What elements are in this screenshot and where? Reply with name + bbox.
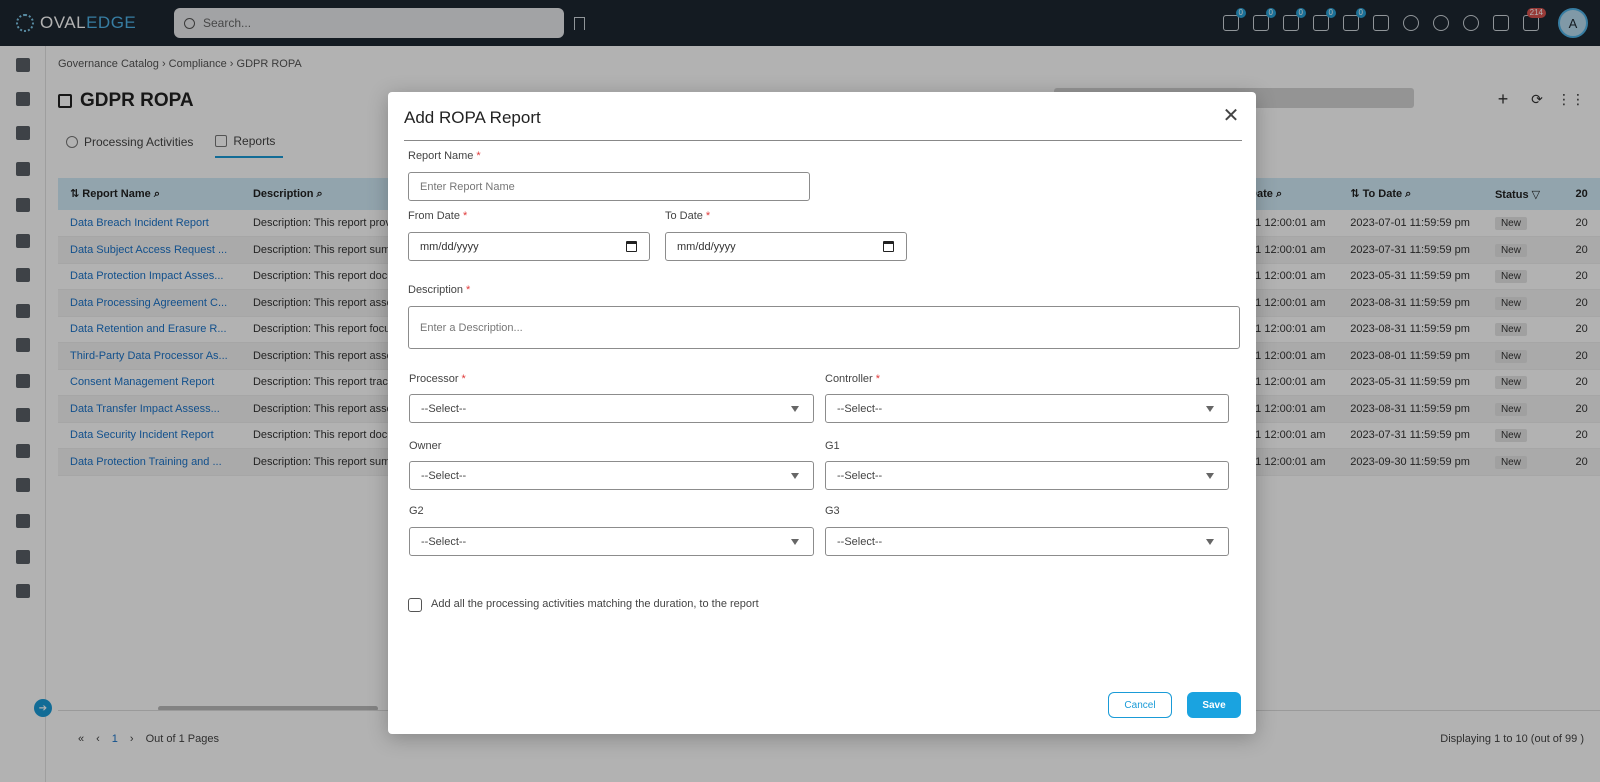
save-button[interactable]: Save xyxy=(1187,692,1241,718)
required-mark: * xyxy=(705,210,711,222)
from-date-label: From Date * xyxy=(408,210,467,222)
add-activities-label[interactable]: Add all the processing activities matchi… xyxy=(431,598,759,610)
chevron-down-icon xyxy=(791,405,799,412)
label-text: To Date xyxy=(665,210,703,222)
cancel-button[interactable]: Cancel xyxy=(1108,692,1172,718)
to-date-label: To Date * xyxy=(665,210,710,222)
chevron-down-icon xyxy=(791,538,799,545)
dialog-divider xyxy=(404,140,1242,141)
selected-value: --Select-- xyxy=(837,469,883,482)
description-label: Description * xyxy=(408,284,470,296)
close-icon[interactable]: ✕ xyxy=(1220,104,1242,127)
add-activities-checkbox[interactable] xyxy=(408,598,422,612)
placeholder: Enter Report Name xyxy=(420,180,515,193)
placeholder: mm/dd/yyyy xyxy=(677,240,736,253)
from-date-input[interactable]: mm/dd/yyyy xyxy=(408,232,650,261)
processor-label: Processor * xyxy=(409,373,466,385)
g2-select[interactable]: --Select-- xyxy=(409,527,814,556)
chevron-down-icon xyxy=(1206,472,1214,479)
g3-label: G3 xyxy=(825,505,840,517)
calendar-icon[interactable] xyxy=(883,240,894,252)
selected-value: --Select-- xyxy=(421,535,467,548)
g1-select[interactable]: --Select-- xyxy=(825,461,1229,490)
label-text: Processor xyxy=(409,373,459,385)
report-name-label: Report Name * xyxy=(408,150,481,162)
chevron-down-icon xyxy=(1206,538,1214,545)
required-mark: * xyxy=(466,284,471,296)
controller-label: Controller * xyxy=(825,373,880,385)
description-input[interactable]: Enter a Description... xyxy=(408,306,1240,349)
label-text: Description xyxy=(408,284,464,296)
calendar-icon[interactable] xyxy=(626,240,637,252)
chevron-down-icon xyxy=(791,472,799,479)
to-date-input[interactable]: mm/dd/yyyy xyxy=(665,232,907,261)
label-text: From Date xyxy=(408,210,460,222)
controller-select[interactable]: --Select-- xyxy=(825,394,1229,423)
placeholder: Enter a Description... xyxy=(420,321,523,334)
report-name-input[interactable]: Enter Report Name xyxy=(408,172,810,201)
label-text: Controller xyxy=(825,373,873,385)
required-mark: * xyxy=(476,150,481,162)
selected-value: --Select-- xyxy=(421,402,467,415)
selected-value: --Select-- xyxy=(421,469,467,482)
owner-label: Owner xyxy=(409,440,442,452)
g3-select[interactable]: --Select-- xyxy=(825,527,1229,556)
placeholder: mm/dd/yyyy xyxy=(420,240,479,253)
add-ropa-report-dialog: Add ROPA Report ✕ Report Name * Enter Rep… xyxy=(388,92,1256,734)
label-text: Report Name xyxy=(408,150,474,162)
owner-select[interactable]: --Select-- xyxy=(409,461,814,490)
required-mark: * xyxy=(875,373,880,385)
required-mark: * xyxy=(461,373,466,385)
processor-select[interactable]: --Select-- xyxy=(409,394,814,423)
g2-label: G2 xyxy=(409,505,424,517)
required-mark: * xyxy=(462,210,468,222)
dialog-title: Add ROPA Report xyxy=(404,108,541,127)
selected-value: --Select-- xyxy=(837,402,883,415)
selected-value: --Select-- xyxy=(837,535,883,548)
chevron-down-icon xyxy=(1206,405,1214,412)
g1-label: G1 xyxy=(825,440,840,452)
